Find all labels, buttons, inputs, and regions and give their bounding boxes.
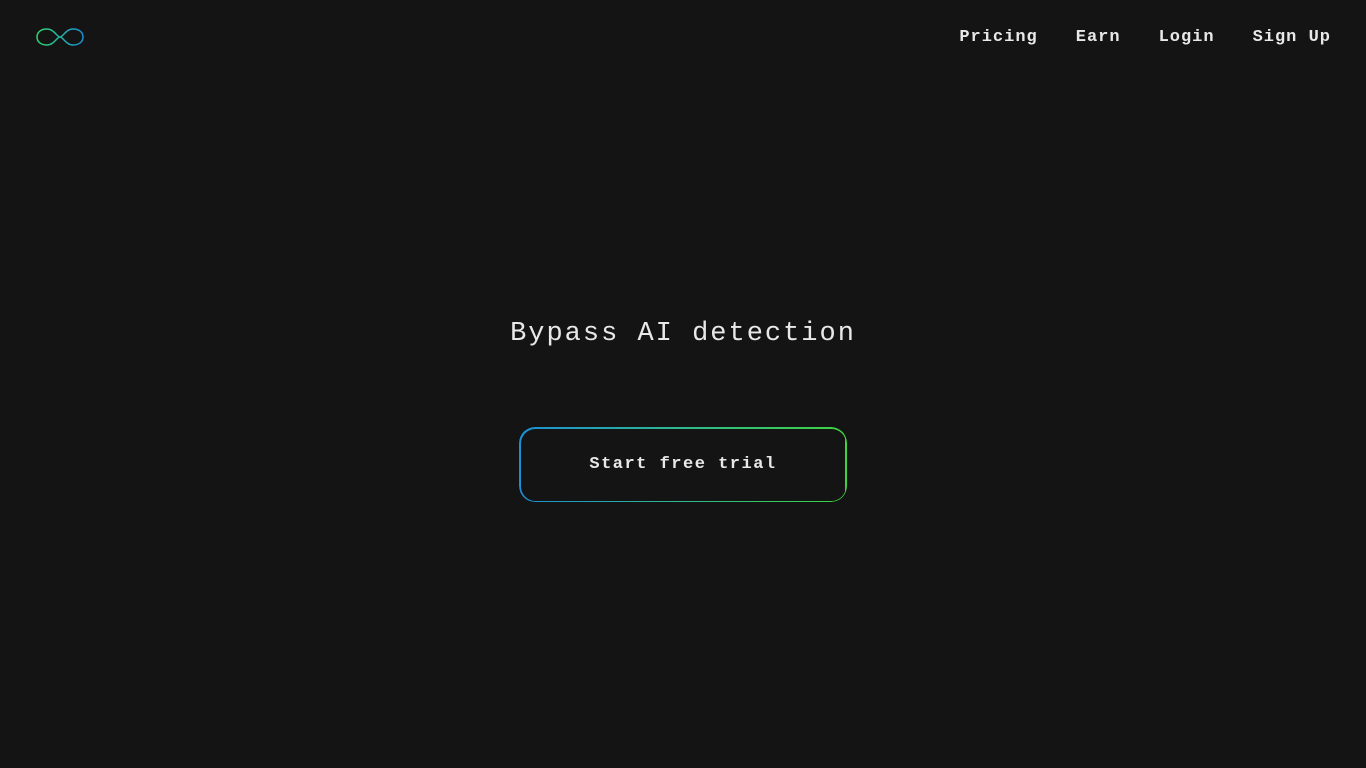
header: Pricing Earn Login Sign Up xyxy=(0,0,1366,74)
hero-section: Bypass AI detection Start free trial xyxy=(0,319,1366,502)
nav-link-login[interactable]: Login xyxy=(1159,28,1215,47)
logo[interactable] xyxy=(35,25,85,49)
main-nav: Pricing Earn Login Sign Up xyxy=(959,28,1331,47)
nav-link-pricing[interactable]: Pricing xyxy=(959,28,1037,47)
hero-title: Bypass AI detection xyxy=(510,319,856,349)
infinity-icon xyxy=(35,25,85,49)
nav-link-earn[interactable]: Earn xyxy=(1076,28,1121,47)
start-free-trial-button[interactable]: Start free trial xyxy=(519,427,846,502)
nav-link-signup[interactable]: Sign Up xyxy=(1253,28,1331,47)
